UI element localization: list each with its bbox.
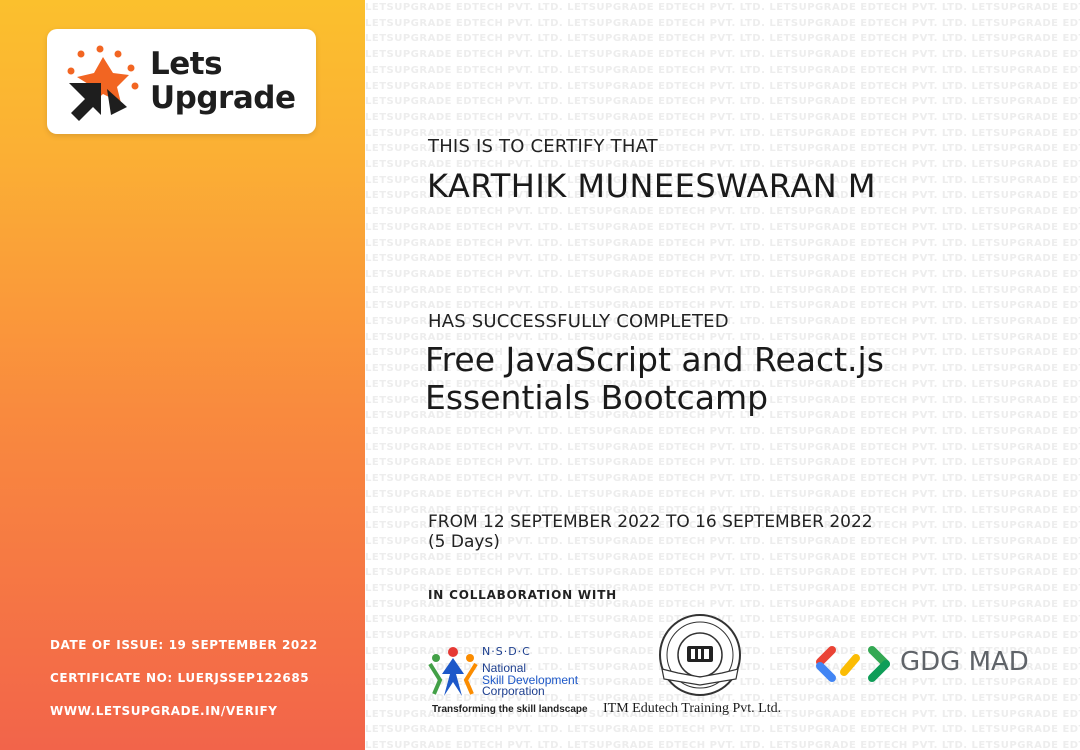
watermark-row: LETSUPGRADE EDTECH PVT. LTD. LETSUPGRADE… (365, 111, 1080, 123)
watermark-row: LETSUPGRADE EDTECH PVT. LTD. LETSUPGRADE… (365, 96, 1080, 108)
certify-intro: THIS IS TO CERTIFY THAT (428, 136, 658, 157)
watermark-row: LETSUPGRADE EDTECH PVT. LTD. LETSUPGRADE… (365, 221, 1080, 233)
nsdc-people-icon (428, 647, 478, 696)
watermark-row: LETSUPGRADE EDTECH PVT. LTD. LETSUPGRADE… (365, 253, 1080, 265)
nsdc-abbreviation: N·S·D·C (482, 645, 531, 658)
collaboration-label: IN COLLABORATION WITH (428, 588, 618, 602)
watermark-row: LETSUPGRADE EDTECH PVT. LTD. LETSUPGRADE… (365, 49, 1080, 61)
course-title-line-2: Essentials Bootcamp (425, 378, 769, 417)
gdg-mad-label: GDG MAD (900, 647, 1029, 677)
watermark-row: LETSUPGRADE EDTECH PVT. LTD. LETSUPGRADE… (365, 724, 1080, 736)
letsupgrade-logo-text: Lets Upgrade (150, 46, 296, 116)
course-dates: FROM 12 SEPTEMBER 2022 TO 16 SEPTEMBER 2… (428, 512, 873, 552)
completed-label: HAS SUCCESSFULLY COMPLETED (428, 311, 729, 332)
watermark-row: LETSUPGRADE EDTECH PVT. LTD. LETSUPGRADE… (365, 284, 1080, 296)
itm-seal-icon (659, 614, 741, 696)
certificate-number: CERTIFICATE NO: LUERJSSEP122685 (50, 671, 310, 685)
verify-url: WWW.LETSUPGRADE.IN/VERIFY (50, 704, 278, 718)
watermark-row: LETSUPGRADE EDTECH PVT. LTD. LETSUPGRADE… (365, 80, 1080, 92)
nsdc-name-line-3: Corporation (482, 684, 545, 698)
watermark-row: LETSUPGRADE EDTECH PVT. LTD. LETSUPGRADE… (365, 425, 1080, 437)
watermark-row: LETSUPGRADE EDTECH PVT. LTD. LETSUPGRADE… (365, 33, 1080, 45)
nsdc-tagline: Transforming the skill landscape (432, 704, 588, 715)
watermark-row: LETSUPGRADE EDTECH PVT. LTD. LETSUPGRADE… (365, 457, 1080, 469)
watermark-row: LETSUPGRADE EDTECH PVT. LTD. LETSUPGRADE… (365, 64, 1080, 76)
letsupgrade-logo: Lets Upgrade (47, 29, 316, 134)
recipient-name: KARTHIK MUNEESWARAN M (427, 167, 876, 205)
watermark-row: LETSUPGRADE EDTECH PVT. LTD. LETSUPGRADE… (365, 441, 1080, 453)
itm-name: ITM Edutech Training Pvt. Ltd. (603, 701, 782, 716)
duration: (5 Days) (428, 532, 500, 552)
watermark-row: LETSUPGRADE EDTECH PVT. LTD. LETSUPGRADE… (365, 473, 1080, 485)
watermark-row: LETSUPGRADE EDTECH PVT. LTD. LETSUPGRADE… (365, 488, 1080, 500)
watermark-row: LETSUPGRADE EDTECH PVT. LTD. LETSUPGRADE… (365, 740, 1080, 750)
watermark-row: LETSUPGRADE EDTECH PVT. LTD. LETSUPGRADE… (365, 2, 1080, 13)
letsupgrade-logo-icon (67, 45, 139, 121)
nsdc-logo: N·S·D·C National Skill Development Corpo… (428, 642, 598, 717)
course-title: Free JavaScript and React.js Essentials … (425, 341, 884, 417)
watermark-row: LETSUPGRADE EDTECH PVT. LTD. LETSUPGRADE… (365, 567, 1080, 579)
watermark-row: LETSUPGRADE EDTECH PVT. LTD. LETSUPGRADE… (365, 237, 1080, 249)
date-range: FROM 12 SEPTEMBER 2022 TO 16 SEPTEMBER 2… (428, 512, 873, 532)
watermark-row: LETSUPGRADE EDTECH PVT. LTD. LETSUPGRADE… (365, 206, 1080, 218)
gdg-logo-icon (816, 646, 890, 682)
watermark-row: LETSUPGRADE EDTECH PVT. LTD. LETSUPGRADE… (365, 268, 1080, 280)
course-title-line-1: Free JavaScript and React.js (425, 340, 884, 379)
logo-line-1: Lets (150, 46, 223, 82)
logo-line-2: Upgrade (150, 80, 296, 116)
watermark-row: LETSUPGRADE EDTECH PVT. LTD. LETSUPGRADE… (365, 17, 1080, 29)
sidebar-panel: Lets Upgrade DATE OF ISSUE: 19 SEPTEMBER… (0, 0, 365, 750)
date-of-issue: DATE OF ISSUE: 19 SEPTEMBER 2022 (50, 638, 318, 652)
